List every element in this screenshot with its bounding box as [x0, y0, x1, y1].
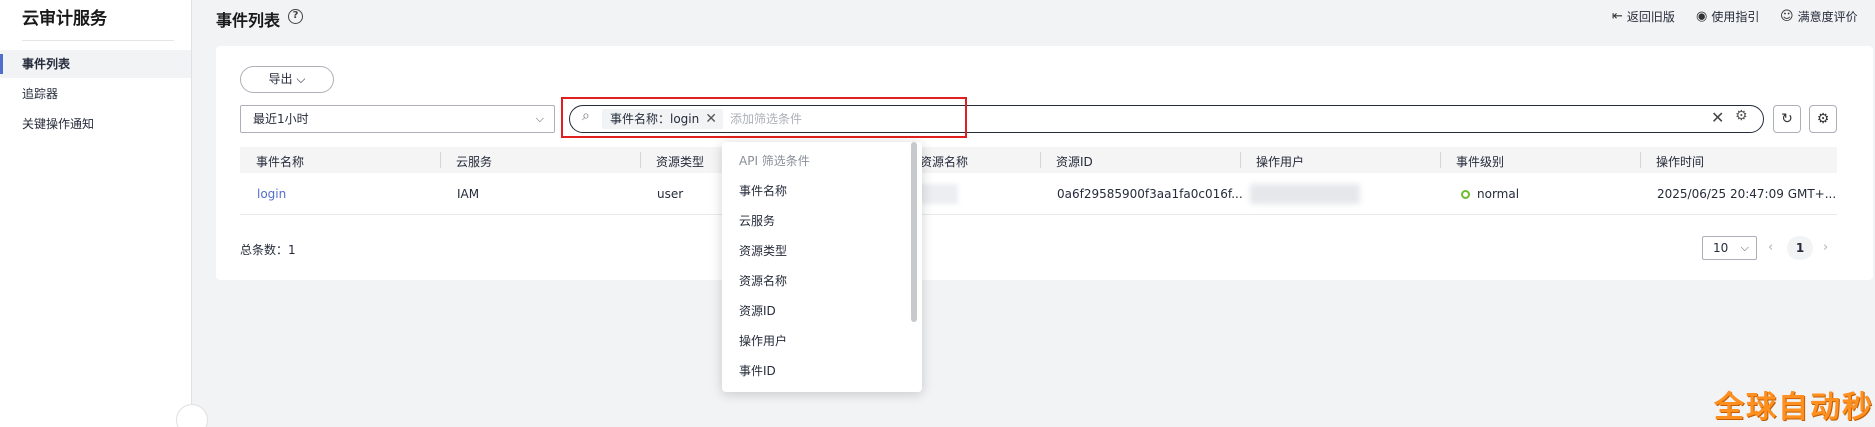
dropdown-item-resource-id[interactable]: 资源ID	[739, 302, 776, 319]
satisfaction-link[interactable]: ☺ 满意度评价	[1780, 8, 1858, 26]
filter-tag-label: 事件名称：login	[610, 112, 700, 126]
time-range-value: 最近1小时	[253, 112, 309, 126]
close-icon[interactable]: ✕	[705, 109, 717, 129]
gear-icon[interactable]: ⚙	[1735, 108, 1748, 124]
dropdown-item-resource-type[interactable]: 资源类型	[739, 242, 787, 259]
column-header[interactable]: 云服务	[456, 153, 492, 170]
chevron-down-icon: ⌵	[535, 112, 544, 125]
satisfaction-label: 满意度评价	[1797, 10, 1858, 24]
search-placeholder[interactable]: 添加筛选条件	[730, 110, 802, 127]
sidebar-divider	[22, 40, 174, 41]
column-divider	[640, 152, 641, 168]
help-icon[interactable]: ?	[288, 9, 303, 24]
column-divider	[1440, 152, 1441, 168]
status-normal-icon	[1461, 190, 1470, 199]
smile-icon: ☺	[1780, 9, 1794, 24]
sidebar-collapse-button[interactable]	[176, 404, 208, 427]
user-guide-link[interactable]: ◉ 使用指引	[1696, 8, 1759, 26]
back-old-version-link[interactable]: ⇤ 返回旧版	[1612, 8, 1675, 26]
row-divider	[240, 214, 1837, 215]
page-title: 事件列表	[216, 11, 281, 30]
refresh-icon: ↻	[1781, 111, 1793, 127]
sidebar-item-key-operation[interactable]: 关键操作通知	[0, 110, 191, 138]
filter-dropdown	[722, 142, 922, 392]
column-divider	[440, 152, 441, 168]
gear-icon: ⚙	[1816, 111, 1830, 127]
user-guide-label: 使用指引	[1711, 10, 1760, 24]
table-cell-resource-type: user	[657, 187, 684, 201]
page-size-value: 10	[1713, 241, 1729, 255]
redacted-user	[1250, 184, 1360, 204]
watermark-text: 全球自动秒收	[1714, 390, 1875, 425]
sidebar-item-tracker[interactable]: 追踪器	[0, 80, 191, 108]
column-divider	[1240, 152, 1241, 168]
dropdown-item-resource-name[interactable]: 资源名称	[739, 272, 787, 289]
export-button[interactable]: 导出 ⌵	[240, 66, 334, 93]
filter-tag[interactable]: 事件名称：login ✕	[602, 109, 723, 129]
column-header[interactable]: 操作用户	[1256, 153, 1304, 170]
event-name-link[interactable]: login	[257, 187, 286, 201]
search-icon: ⌕	[582, 108, 590, 124]
sidebar: 云审计服务 事件列表 追踪器 关键操作通知	[0, 0, 208, 427]
total-count: 总条数：1	[240, 243, 296, 257]
dropdown-scrollbar[interactable]	[911, 142, 917, 322]
dropdown-item-event-name[interactable]: 事件名称	[739, 182, 787, 199]
chevron-down-icon: ⌵	[296, 72, 306, 86]
dropdown-item-event-id[interactable]: 事件ID	[739, 362, 776, 379]
column-header[interactable]: 资源名称	[920, 153, 968, 170]
column-header[interactable]: 事件名称	[256, 153, 304, 170]
settings-button[interactable]: ⚙	[1809, 105, 1837, 133]
prev-page-icon[interactable]: ‹	[1768, 240, 1773, 255]
next-page-icon[interactable]: ›	[1823, 240, 1828, 255]
column-divider	[1640, 152, 1641, 168]
table-cell-resource-id: 0a6f29585900f3aa1fa0c016f...	[1057, 187, 1243, 201]
clear-search-icon[interactable]: ✕	[1711, 108, 1724, 127]
eye-icon: ◉	[1696, 9, 1708, 24]
column-header[interactable]: 事件级别	[1456, 153, 1504, 170]
chevron-down-icon: ⌵	[1740, 241, 1749, 254]
column-header[interactable]: 操作时间	[1656, 153, 1704, 170]
back-old-version-label: 返回旧版	[1626, 10, 1675, 24]
dropdown-item-user[interactable]: 操作用户	[739, 332, 787, 349]
table-cell-time: 2025/06/25 20:47:09 GMT+...	[1657, 187, 1837, 201]
table-cell-service: IAM	[457, 187, 480, 201]
dropdown-title: API 筛选条件	[739, 154, 810, 168]
back-icon: ⇤	[1612, 9, 1623, 24]
page-number[interactable]: 1	[1787, 236, 1813, 260]
refresh-button[interactable]: ↻	[1773, 105, 1801, 133]
time-range-select[interactable]: 最近1小时 ⌵	[240, 105, 555, 133]
table-cell-level: normal	[1477, 187, 1520, 201]
export-label: 导出	[268, 72, 293, 86]
page-size-select[interactable]: 10 ⌵	[1702, 236, 1757, 260]
column-header[interactable]: 资源ID	[1056, 153, 1093, 170]
dropdown-item-service[interactable]: 云服务	[739, 212, 775, 229]
sidebar-item-event-list[interactable]: 事件列表	[0, 50, 191, 78]
sidebar-title: 云审计服务	[22, 9, 107, 29]
redacted-resource-name	[918, 184, 958, 204]
column-divider	[1040, 152, 1041, 168]
column-header[interactable]: 资源类型	[656, 153, 704, 170]
